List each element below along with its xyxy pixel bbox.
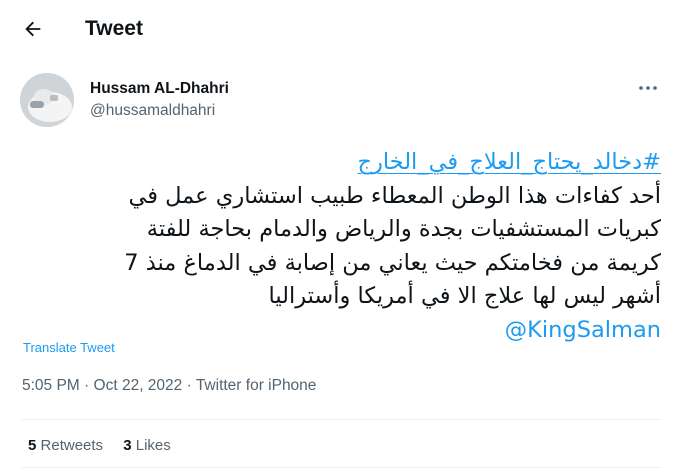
tweet-time[interactable]: 5:05 PM [22, 377, 80, 394]
tweet-line: كريمة من فخامتكم حيث يعاني من إصابة في ا… [124, 249, 661, 276]
avatar[interactable] [20, 73, 74, 127]
retweets-stat[interactable]: 5 Retweets [28, 437, 103, 454]
arrow-left-icon [25, 21, 41, 37]
more-options-button[interactable] [636, 78, 660, 98]
tweet-date[interactable]: Oct 22, 2022 [94, 377, 183, 394]
tweet-line: أشهر ليس لها علاج الا في أمريكا وأسترالي… [268, 283, 661, 309]
header-bar: Tweet [0, 0, 681, 58]
likes-count: 3 [123, 437, 132, 454]
meta-separator: · [84, 377, 90, 394]
tweet-text: #دخالد_يحتاج_العلاج_في_الخارج أحد كفاءات… [20, 146, 661, 347]
meta-separator: · [186, 377, 192, 394]
retweets-count: 5 [28, 437, 37, 454]
likes-stat[interactable]: 3 Likes [123, 437, 171, 454]
translate-tweet-link[interactable]: Translate Tweet [23, 340, 115, 355]
tweet-line: كبريات المستشفيات بجدة والرياض والدمام ب… [146, 216, 661, 242]
hashtag-link[interactable]: #دخالد_يحتاج_العلاج_في_الخارج [357, 149, 661, 175]
avatar-image [20, 73, 74, 127]
tweet-line: أحد كفاءات هذا الوطن المعطاء طبيب استشار… [128, 182, 661, 209]
author-name[interactable]: Hussam AL-Dhahri [90, 79, 229, 98]
tweet-stats: 5 Retweets 3 Likes [28, 437, 187, 454]
tweet-meta: 5:05 PM · Oct 22, 2022 · Twitter for iPh… [22, 377, 316, 395]
author-handle[interactable]: @hussamaldhahri [90, 101, 215, 120]
more-horizontal-icon [639, 86, 657, 90]
retweets-label: Retweets [40, 437, 104, 454]
divider [20, 467, 661, 468]
mention-link[interactable]: @KingSalman [505, 317, 661, 343]
back-button[interactable] [18, 14, 48, 44]
tweet-source[interactable]: Twitter for iPhone [196, 377, 317, 394]
likes-label: Likes [135, 437, 171, 454]
divider [20, 419, 661, 420]
page-title: Tweet [85, 17, 143, 40]
